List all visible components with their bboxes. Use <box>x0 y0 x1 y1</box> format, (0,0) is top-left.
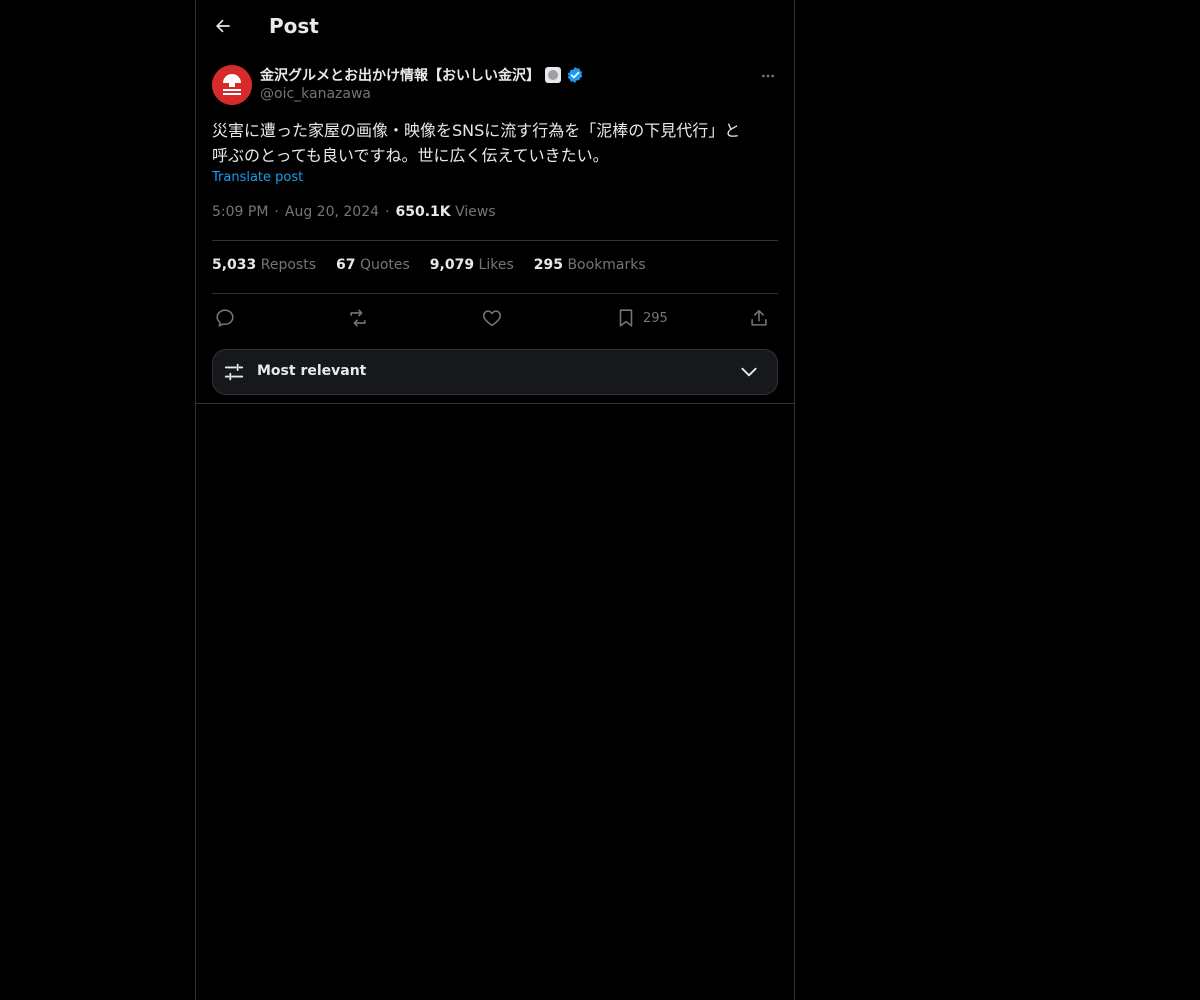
reply-button[interactable] <box>214 303 236 333</box>
more-options-button[interactable] <box>758 66 778 86</box>
likes-count: 9,079 <box>429 257 475 273</box>
chevron-down-icon <box>741 367 757 377</box>
name-row: 金沢グルメとお出かけ情報【おいしい金沢】 <box>260 64 584 86</box>
bookmark-icon <box>619 309 633 327</box>
repost-button[interactable] <box>347 303 369 333</box>
post-stats: 5,033 Reposts 67 Quotes 9,079 Likes 295 … <box>212 257 646 273</box>
bookmark-button[interactable]: 295 <box>615 303 668 333</box>
share-button[interactable] <box>748 303 770 333</box>
section-divider <box>196 403 794 404</box>
avatar[interactable] <box>212 65 252 105</box>
post-actions: 295 <box>212 303 778 333</box>
more-horizontal-icon <box>762 74 774 78</box>
post-text: 災害に遭った家屋の画像・映像をSNSに流す行為を「泥棒の下見代行」と 呼ぶのとっ… <box>212 121 741 165</box>
views-label: Views <box>455 204 496 220</box>
post-date[interactable]: Aug 20, 2024 <box>285 204 379 220</box>
back-button[interactable] <box>208 11 238 41</box>
post-header: Post <box>196 0 794 53</box>
reposts-stat[interactable]: 5,033 Reposts <box>212 257 316 273</box>
likes-label: Likes <box>478 257 514 273</box>
bookmarks-stat[interactable]: 295 Bookmarks <box>534 257 646 273</box>
meta-separator: · <box>274 204 279 220</box>
quotes-stat[interactable]: 67 Quotes <box>336 257 410 273</box>
page-title: Post <box>269 14 319 38</box>
reposts-label: Reposts <box>260 257 316 273</box>
share-icon <box>751 309 767 326</box>
emoji-badge-icon <box>545 67 561 83</box>
likes-stat[interactable]: 9,079 Likes <box>430 257 514 273</box>
views-count: 650.1K <box>395 204 451 220</box>
restaurant-logo-icon <box>212 65 252 105</box>
reply-sort-dropdown[interactable]: Most relevant <box>212 349 778 395</box>
bookmark-count: 295 <box>643 310 668 326</box>
display-name[interactable]: 金沢グルメとお出かけ情報【おいしい金沢】 <box>260 65 540 85</box>
like-button[interactable] <box>481 303 503 333</box>
post-meta: 5:09 PM · Aug 20, 2024 · 650.1K Views <box>212 204 496 220</box>
post-author: 金沢グルメとお出かけ情報【おいしい金沢】 @oic_kanazawa <box>212 64 778 108</box>
filter-sliders-icon <box>224 363 244 381</box>
bookmarks-count: 295 <box>533 257 563 273</box>
bookmarks-label: Bookmarks <box>567 257 646 273</box>
quotes-label: Quotes <box>359 257 410 273</box>
reposts-count: 5,033 <box>212 257 257 273</box>
arrow-left-icon <box>216 19 230 33</box>
divider <box>212 293 778 294</box>
heart-icon <box>482 310 502 327</box>
sort-label: Most relevant <box>257 363 367 379</box>
user-handle[interactable]: @oic_kanazawa <box>260 86 371 102</box>
reply-icon <box>216 309 234 327</box>
repost-icon <box>350 309 366 327</box>
post-time[interactable]: 5:09 PM <box>212 204 268 220</box>
divider <box>212 240 778 241</box>
meta-separator: · <box>385 204 390 220</box>
quotes-count: 67 <box>336 257 356 273</box>
views: 650.1K Views <box>395 204 495 220</box>
post-column: Post 金沢グルメとお出かけ情報【おいしい金沢】 @oic_kanazawa <box>195 0 795 1000</box>
verified-badge-icon <box>567 67 583 83</box>
translate-post-link[interactable]: Translate post <box>212 170 303 185</box>
